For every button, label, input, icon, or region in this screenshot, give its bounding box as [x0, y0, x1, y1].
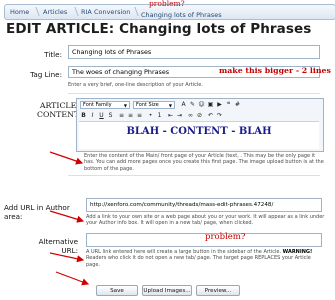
- title-input[interactable]: Changing lots of Phrases: [68, 45, 320, 59]
- alt-url-annotation: problem?: [205, 232, 246, 242]
- content-label-line1: ARTICLE: [39, 101, 77, 110]
- bullet-list-icon[interactable]: •: [147, 112, 154, 119]
- content-label: ARTICLE CONTENT: [37, 101, 79, 119]
- font-size-select[interactable]: Font Size ▼: [133, 101, 175, 109]
- outdent-icon[interactable]: ⇤: [167, 112, 174, 119]
- highlight-icon[interactable]: ✎: [189, 101, 196, 108]
- page-title-article: Changing lots of Phrases: [119, 21, 312, 37]
- emoticon-icon[interactable]: ☺: [198, 101, 205, 108]
- divider: [68, 93, 320, 94]
- url-label: Add URL in Author area:: [4, 203, 70, 221]
- breadcrumb-annotation: problem?: [149, 0, 185, 8]
- media-icon[interactable]: ▶: [216, 101, 223, 108]
- page-title-prefix: EDIT ARTICLE:: [6, 21, 115, 37]
- upload-images-button[interactable]: Upload Images...: [142, 285, 192, 296]
- indent-icon[interactable]: ⇥: [176, 112, 183, 119]
- font-size-label: Font Size: [136, 102, 159, 108]
- alt-url-hint-text: A URL link entered here will create a la…: [86, 249, 282, 255]
- undo-icon[interactable]: ↶: [207, 112, 214, 119]
- arrow-icon: [55, 271, 90, 286]
- arrow-icon: [49, 151, 84, 165]
- divider: [68, 175, 320, 176]
- font-family-select[interactable]: Font Family ▼: [80, 101, 130, 109]
- chevron-down-icon: ▼: [123, 103, 127, 108]
- breadcrumb-articles[interactable]: Articles: [43, 5, 67, 19]
- url-hint: Add a link to your own site or a web pag…: [86, 214, 325, 227]
- alt-url-hint-warning-text: Readers who click it do not open a new t…: [86, 255, 311, 268]
- alt-url-input[interactable]: [86, 233, 322, 247]
- link-icon[interactable]: ∞: [187, 112, 194, 119]
- alt-url-label: Alternative URL:: [38, 237, 78, 255]
- page-title: EDIT ARTICLE: Changing lots of Phrases: [6, 21, 311, 37]
- breadcrumb-home[interactable]: Home: [10, 5, 29, 19]
- tagline-hint: Enter a very brief, one-line description…: [68, 82, 203, 88]
- alt-url-hint: A URL link entered here will create a la…: [86, 249, 326, 268]
- title-label: Title:: [44, 50, 62, 59]
- preview-button[interactable]: Preview...: [196, 285, 240, 296]
- quote-icon[interactable]: ❝: [225, 101, 232, 108]
- underline-icon[interactable]: U: [98, 112, 105, 119]
- content-label-line2: CONTENT: [37, 110, 80, 119]
- numbered-list-icon[interactable]: 1: [156, 112, 163, 119]
- unlink-icon[interactable]: ⊘: [196, 112, 203, 119]
- chevron-down-icon: ▼: [168, 103, 172, 108]
- align-center-icon[interactable]: ≡: [127, 112, 134, 119]
- image-icon[interactable]: ▣: [207, 101, 214, 108]
- redo-icon[interactable]: ↷: [216, 112, 223, 119]
- tagline-annotation: make this bigger - 2 lines: [219, 66, 331, 75]
- align-right-icon[interactable]: ≡: [136, 112, 143, 119]
- alt-url-warning: WARNING!: [282, 249, 313, 255]
- text-color-icon[interactable]: A: [180, 101, 187, 108]
- tagline-label: Tag Line:: [30, 70, 62, 79]
- editor-content-text: BLAH - CONTENT - BLAH: [126, 126, 272, 137]
- italic-icon[interactable]: I: [89, 112, 96, 119]
- code-icon[interactable]: #: [234, 101, 241, 108]
- breadcrumb-separator: [30, 5, 37, 19]
- content-hint: Enter the content of the Main/ front pag…: [84, 153, 324, 172]
- breadcrumb-separator: [69, 5, 76, 19]
- align-left-icon[interactable]: ≡: [118, 112, 125, 119]
- save-button[interactable]: Save: [96, 285, 138, 296]
- strikethrough-icon[interactable]: S: [107, 112, 114, 119]
- breadcrumb-separator: [129, 5, 136, 19]
- font-family-label: Font Family: [83, 102, 112, 108]
- url-input[interactable]: http://xenforo.com/community/threads/mas…: [86, 198, 322, 212]
- bold-icon[interactable]: B: [80, 112, 87, 119]
- breadcrumb-current: Changing lots of Phrases: [141, 11, 222, 19]
- breadcrumb-category[interactable]: RIA Conversion: [81, 5, 130, 19]
